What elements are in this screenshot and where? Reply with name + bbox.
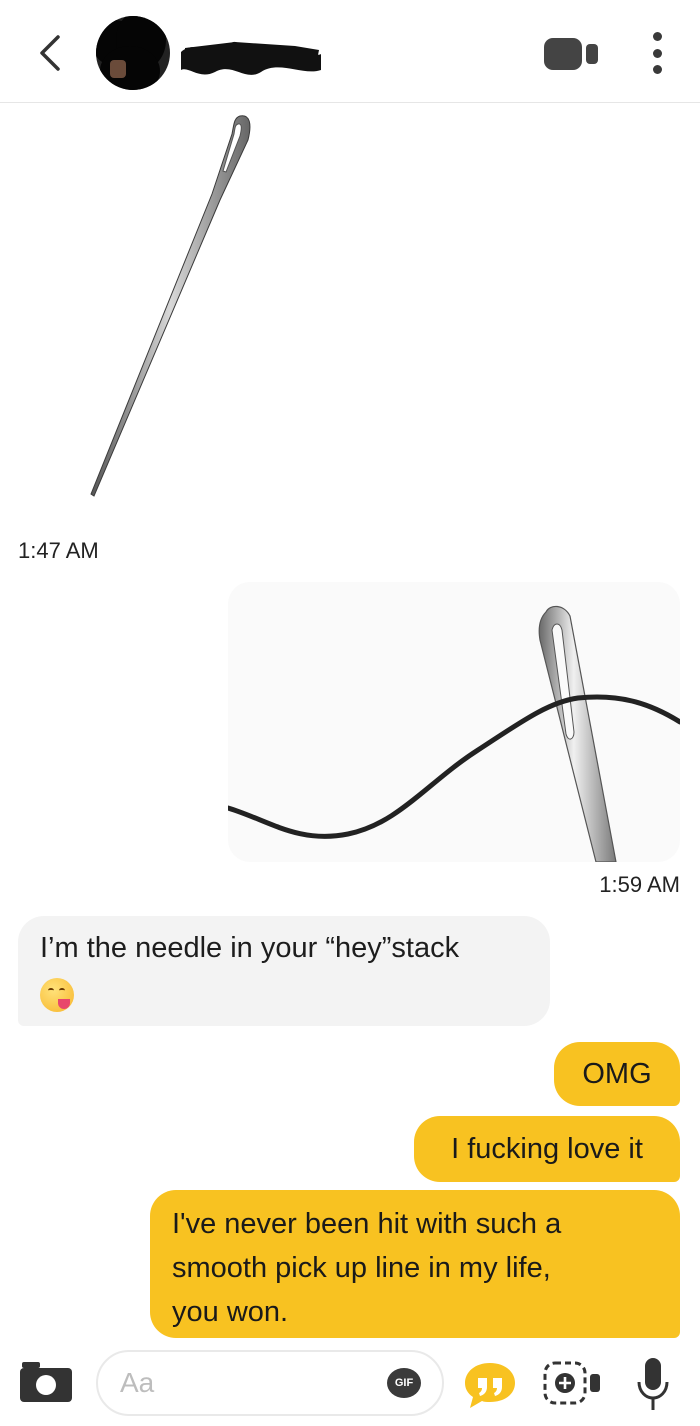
outgoing-message-bubble[interactable]: OMG [554, 1042, 680, 1106]
timestamp: 1:59 AM [599, 872, 680, 897]
opening-moves-button[interactable] [462, 1360, 518, 1410]
more-vertical-icon-dot [652, 32, 662, 41]
message-line: you won. [172, 1296, 289, 1328]
microphone-icon [637, 1358, 669, 1410]
message-input-placeholder: Aa [120, 1367, 155, 1398]
threaded-needle-image [228, 605, 680, 862]
message-line: smooth pick up line in my life, [172, 1252, 551, 1284]
gif-button[interactable]: GIF [387, 1368, 421, 1398]
more-options-button[interactable] [640, 26, 674, 80]
message-text: I've never been hit with such a smooth p… [172, 1202, 561, 1334]
video-camera-icon [544, 38, 598, 70]
more-vertical-icon-dot [652, 65, 662, 74]
incoming-image-needle[interactable] [70, 110, 270, 505]
camera-icon [20, 1362, 72, 1402]
face-savoring-food-emoji-icon [40, 978, 74, 1013]
timestamp: 1:47 AM [18, 538, 99, 563]
back-button[interactable] [30, 30, 70, 76]
more-vertical-icon-dot [652, 48, 662, 58]
redacted-name [181, 41, 321, 75]
video-call-button[interactable] [540, 32, 602, 76]
outgoing-image-threaded-needle[interactable] [228, 582, 680, 862]
add-media-icon [543, 1361, 600, 1405]
incoming-message-bubble[interactable]: I’m the needle in your “hey”stack [18, 916, 550, 1026]
message-text: OMG [582, 1058, 652, 1090]
chat-header [0, 0, 700, 103]
voice-message-button[interactable] [634, 1356, 672, 1414]
avatar[interactable] [96, 16, 170, 90]
message-line: I've never been hit with such a [172, 1208, 562, 1240]
add-media-button[interactable] [542, 1360, 604, 1406]
camera-button[interactable] [18, 1360, 74, 1404]
message-composer: Aa GIF [0, 1338, 700, 1426]
outgoing-message-bubble[interactable]: I fucking love it [414, 1116, 680, 1182]
needle-image [90, 115, 251, 497]
outgoing-message-bubble[interactable]: I've never been hit with such a smooth p… [150, 1190, 680, 1338]
chevron-left-icon [40, 35, 60, 71]
quote-bubble-icon [465, 1363, 515, 1408]
message-text: I fucking love it [451, 1133, 643, 1165]
message-text: I’m the needle in your “hey”stack [40, 932, 460, 964]
